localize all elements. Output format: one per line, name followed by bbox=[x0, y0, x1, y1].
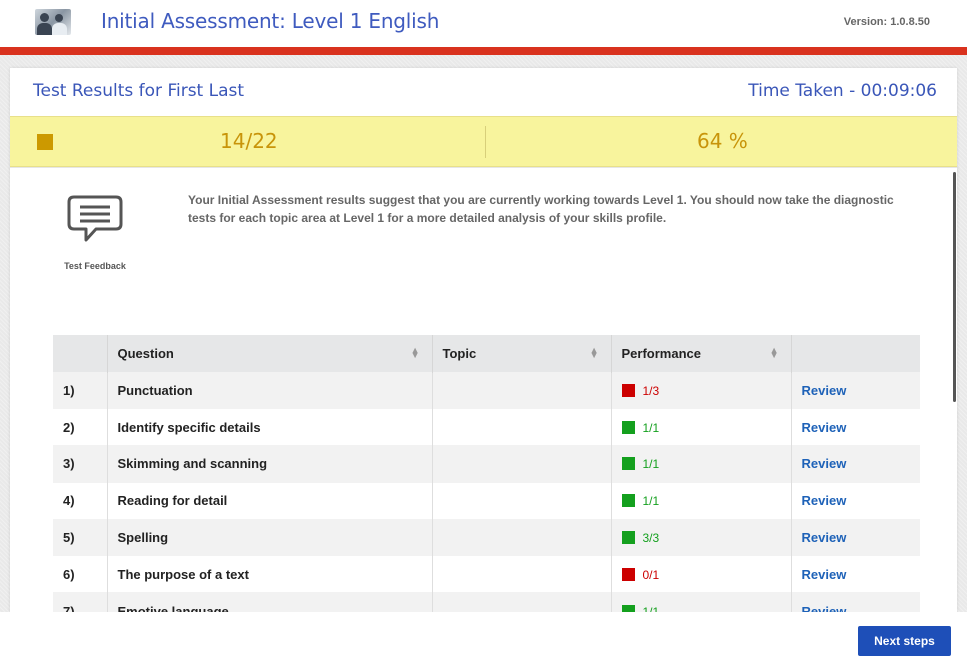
row-number: 1) bbox=[53, 371, 108, 409]
people-photo-icon bbox=[35, 9, 71, 35]
next-steps-button[interactable]: Next steps bbox=[858, 626, 951, 656]
column-header-topic-label: Topic bbox=[442, 345, 477, 361]
row-topic bbox=[432, 445, 612, 483]
column-header-question-label: Question bbox=[117, 345, 174, 361]
row-performance: 1/1 bbox=[611, 408, 792, 446]
table-row: 2) Identify specific details 1/1 Review bbox=[53, 408, 920, 446]
performance-value: 1/1 bbox=[642, 420, 660, 435]
sort-icon[interactable]: ▲ ▼ bbox=[770, 346, 779, 360]
review-link[interactable]: Review bbox=[802, 383, 847, 398]
score-fraction: 14/22 bbox=[220, 129, 278, 153]
row-question: Spelling bbox=[107, 518, 433, 556]
scrollbar[interactable] bbox=[953, 172, 956, 402]
review-link[interactable]: Review bbox=[802, 456, 847, 471]
results-title: Test Results for First Last bbox=[33, 81, 245, 101]
score-level-square bbox=[37, 134, 53, 150]
feedback-text: Your Initial Assessment results suggest … bbox=[188, 193, 894, 225]
table-row: 1) Punctuation 1/3 Review bbox=[53, 371, 920, 409]
performance-value: 1/1 bbox=[642, 604, 660, 612]
review-link[interactable]: Review bbox=[802, 604, 847, 612]
row-question: Punctuation bbox=[107, 371, 433, 409]
performance-status-square bbox=[621, 604, 635, 612]
performance-status-square bbox=[621, 457, 635, 471]
row-action: Review bbox=[791, 408, 920, 446]
performance-status-square bbox=[621, 383, 635, 397]
row-topic bbox=[432, 481, 612, 520]
row-performance: 1/1 bbox=[611, 481, 792, 520]
row-action: Review bbox=[791, 445, 920, 483]
bottom-bar: Next steps bbox=[0, 612, 967, 657]
score-percent: 64 % bbox=[697, 129, 748, 153]
score-divider bbox=[485, 126, 486, 158]
time-taken: Time Taken - 00:09:06 bbox=[748, 81, 937, 101]
row-topic bbox=[432, 518, 612, 556]
row-question: Emotive language bbox=[107, 592, 433, 612]
performance-value: 0/1 bbox=[642, 567, 660, 582]
row-question: Skimming and scanning bbox=[107, 445, 433, 483]
row-action: Review bbox=[791, 518, 920, 556]
row-action: Review bbox=[791, 371, 920, 409]
review-link[interactable]: Review bbox=[802, 493, 847, 508]
row-performance: 0/1 bbox=[611, 555, 792, 593]
row-action: Review bbox=[791, 592, 920, 612]
column-header-performance[interactable]: Performance ▲ ▼ bbox=[611, 335, 792, 372]
row-number: 3) bbox=[53, 445, 108, 483]
row-action: Review bbox=[791, 481, 920, 520]
performance-value: 3/3 bbox=[642, 531, 660, 546]
row-performance: 1/1 bbox=[611, 445, 792, 483]
table-row: 5) Spelling 3/3 Review bbox=[53, 518, 920, 556]
row-number: 5) bbox=[53, 518, 108, 556]
review-link[interactable]: Review bbox=[802, 420, 847, 435]
performance-value: 1/1 bbox=[642, 494, 660, 509]
row-topic bbox=[432, 555, 612, 593]
table-header-row: Question ▲ ▼ Topic ▲ ▼ Performance ▲ ▼ bbox=[53, 335, 920, 372]
performance-value: 1/3 bbox=[642, 383, 660, 398]
performance-status-square bbox=[621, 420, 635, 434]
table-row: 6) The purpose of a text 0/1 Review bbox=[53, 555, 920, 593]
row-topic bbox=[432, 408, 612, 446]
row-performance: 3/3 bbox=[611, 518, 792, 556]
feedback-area[interactable]: Test Feedback Your Initial Assessment re… bbox=[10, 167, 957, 612]
column-header-performance-label: Performance bbox=[621, 345, 701, 361]
score-band: 14/22 64 % bbox=[10, 116, 957, 167]
feedback-label: Test Feedback bbox=[64, 261, 126, 271]
results-table: Question ▲ ▼ Topic ▲ ▼ Performance ▲ ▼ 1) Pu… bbox=[53, 335, 920, 612]
column-header-topic[interactable]: Topic ▲ ▼ bbox=[432, 335, 612, 372]
header-accent-bar bbox=[0, 47, 967, 55]
column-header-action bbox=[791, 335, 920, 372]
table-row: 4) Reading for detail 1/1 Review bbox=[53, 481, 920, 520]
app-header: Initial Assessment: Level 1 English Vers… bbox=[0, 0, 967, 47]
row-action: Review bbox=[791, 555, 920, 593]
app-title: Initial Assessment: Level 1 English bbox=[101, 9, 440, 33]
row-number: 2) bbox=[53, 408, 108, 446]
results-card: Test Results for First Last Time Taken -… bbox=[10, 68, 957, 612]
row-number: 4) bbox=[53, 481, 108, 520]
row-topic bbox=[432, 592, 612, 612]
review-link[interactable]: Review bbox=[802, 530, 847, 545]
table-row: 3) Skimming and scanning 1/1 Review bbox=[53, 445, 920, 483]
column-header-number bbox=[53, 335, 108, 372]
row-question: Identify specific details bbox=[107, 408, 433, 446]
speech-bubble-icon bbox=[67, 195, 123, 242]
performance-status-square bbox=[621, 494, 635, 508]
column-header-question[interactable]: Question ▲ ▼ bbox=[107, 335, 433, 372]
row-number: 6) bbox=[53, 555, 108, 593]
review-link[interactable]: Review bbox=[802, 567, 847, 582]
row-performance: 1/1 bbox=[611, 592, 792, 612]
version-label: Version: 1.0.8.50 bbox=[843, 16, 930, 28]
sort-icon[interactable]: ▲ ▼ bbox=[411, 346, 420, 360]
row-question: The purpose of a text bbox=[107, 555, 433, 593]
row-number: 7) bbox=[53, 592, 108, 612]
row-question: Reading for detail bbox=[107, 481, 433, 520]
performance-value: 1/1 bbox=[642, 457, 660, 472]
table-row: 7) Emotive language 1/1 Review bbox=[53, 592, 920, 612]
performance-status-square bbox=[621, 567, 635, 581]
sort-icon[interactable]: ▲ ▼ bbox=[590, 346, 599, 360]
performance-status-square bbox=[621, 531, 635, 545]
row-performance: 1/3 bbox=[611, 371, 792, 409]
row-topic bbox=[432, 371, 612, 409]
